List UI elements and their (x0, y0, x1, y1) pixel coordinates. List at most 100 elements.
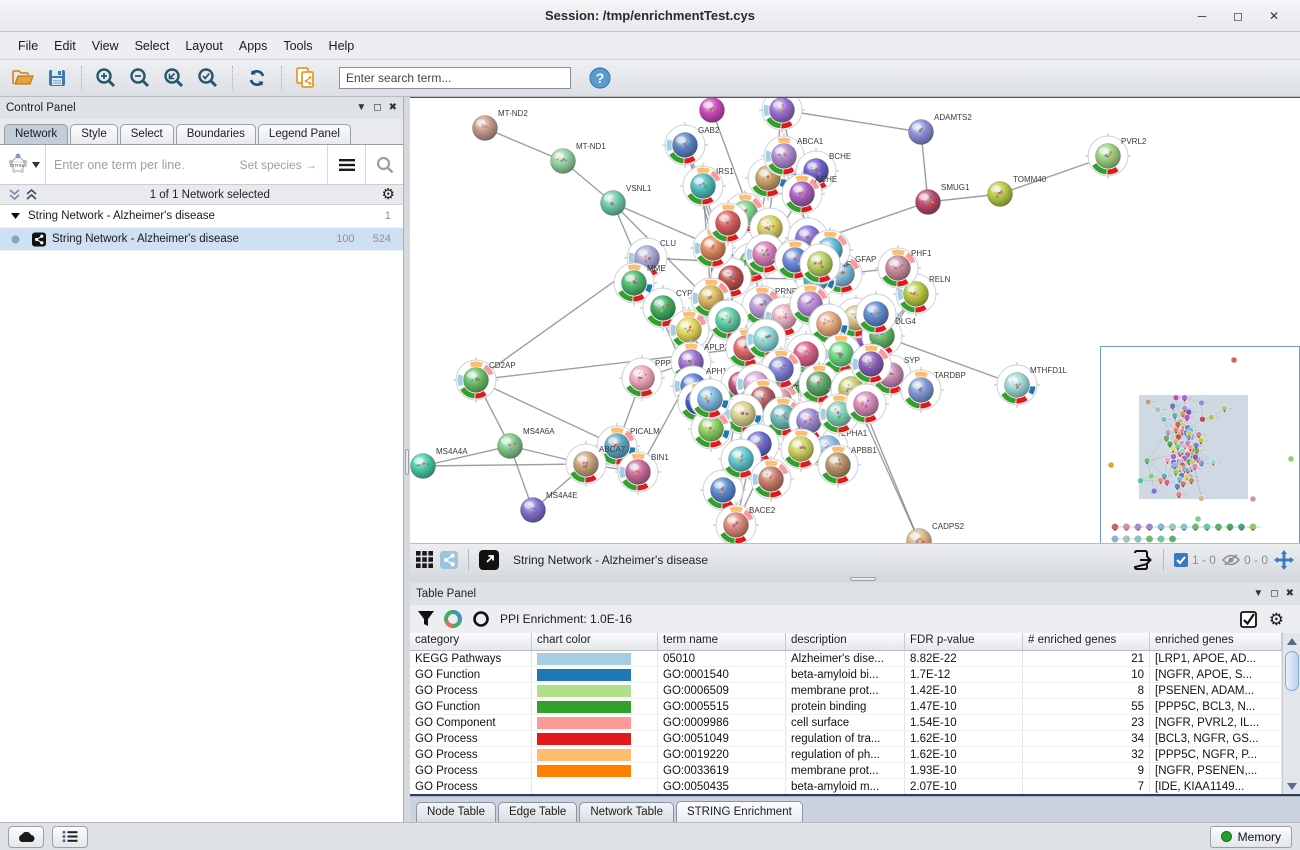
tab-style[interactable]: Style (70, 124, 118, 144)
panel-menu-icon[interactable]: ▼ (356, 103, 366, 113)
panel-menu-icon[interactable]: ▼ (1253, 589, 1263, 599)
close-button[interactable]: ✕ (1260, 5, 1288, 27)
network-node[interactable]: ADAMTS2 (909, 113, 973, 145)
select-terms-checkbox-icon[interactable] (1240, 611, 1257, 628)
ring-chart-icon[interactable] (472, 610, 490, 628)
splitter-grip[interactable] (850, 577, 876, 581)
tab-edge-table[interactable]: Edge Table (498, 802, 577, 822)
network-node[interactable]: PVRL2 (1085, 133, 1147, 179)
cloud-tasks-button[interactable] (8, 826, 44, 848)
network-node[interactable]: GAB2 (662, 122, 720, 168)
search-input[interactable] (339, 67, 571, 89)
menu-tools[interactable]: Tools (275, 35, 320, 57)
minimize-button[interactable]: ─ (1188, 5, 1216, 27)
zoom-selected-button[interactable] (193, 64, 223, 92)
menu-select[interactable]: Select (127, 35, 178, 57)
tab-select[interactable]: Select (120, 124, 174, 144)
splitter-grip[interactable] (405, 449, 409, 475)
column-header-enriched-genes[interactable]: enriched genes (1150, 633, 1282, 650)
clone-network-button[interactable] (291, 64, 321, 92)
network-tree-root-row[interactable]: String Network - Alzheimer's disease 1 (0, 205, 403, 228)
network-node[interactable]: CADPS2 (907, 522, 965, 543)
open-session-button[interactable] (8, 64, 38, 92)
pan-navigation-icon[interactable] (1274, 550, 1294, 570)
table-row[interactable]: GO ProcessGO:0006509membrane prot...1.42… (410, 683, 1282, 699)
network-node[interactable]: MS4A6A (498, 427, 556, 459)
zoom-in-button[interactable] (91, 64, 121, 92)
table-row[interactable]: GO FunctionGO:0001540beta-amyloid bi...1… (410, 667, 1282, 683)
scrollbar-thumb[interactable] (1285, 651, 1299, 691)
panel-close-icon[interactable]: ✖ (389, 103, 397, 113)
scroll-up-button[interactable] (1284, 633, 1300, 649)
string-protein-query-dropdown[interactable]: STRING (0, 145, 46, 184)
string-query-input[interactable] (46, 158, 240, 172)
network-node[interactable]: MTHFD1L (994, 362, 1067, 408)
network-node[interactable]: VSNL1 (601, 184, 652, 216)
birdseye-view[interactable] (1100, 346, 1300, 543)
table-row[interactable]: GO FunctionGO:0005515protein binding1.47… (410, 699, 1282, 715)
column-header-category[interactable]: category (410, 633, 532, 650)
panel-close-icon[interactable]: ✖ (1286, 589, 1294, 599)
grid-view-icon[interactable] (416, 551, 434, 569)
table-row[interactable]: GO ProcessGO:0051049regulation of tra...… (410, 731, 1282, 747)
collapse-all-icon[interactable] (8, 189, 21, 201)
table-row[interactable]: KEGG Pathways05010Alzheimer's dise...8.8… (410, 651, 1282, 667)
save-session-button[interactable] (42, 64, 72, 92)
refresh-button[interactable] (242, 64, 272, 92)
tab-node-table[interactable]: Node Table (416, 802, 496, 822)
table-row[interactable]: GO ProcessGO:0050435beta-amyloid m...2.0… (410, 779, 1282, 794)
help-button[interactable]: ? (585, 64, 615, 92)
horizontal-splitter[interactable] (410, 575, 1300, 583)
menu-apps[interactable]: Apps (231, 35, 276, 57)
column-header-term-name[interactable]: term name (658, 633, 786, 650)
network-node[interactable] (700, 98, 725, 123)
zoom-fit-button[interactable] (159, 64, 189, 92)
panel-float-icon[interactable]: ◻ (373, 103, 381, 113)
panel-float-icon[interactable]: ◻ (1270, 589, 1278, 599)
fullscreen-icon[interactable] (479, 550, 499, 570)
birdseye-toggle-icon[interactable] (440, 551, 458, 569)
export-network-icon[interactable] (1131, 549, 1153, 571)
memory-button[interactable]: Memory (1210, 826, 1292, 848)
network-node[interactable]: TOMM40 (988, 175, 1047, 207)
network-node[interactable]: CD2AP (453, 357, 516, 403)
network-tree-child-row[interactable]: String Network - Alzheimer's disease 100… (0, 228, 403, 251)
set-species-label[interactable]: Set species → (240, 158, 327, 172)
table-row[interactable]: GO ProcessGO:0033619membrane prot...1.93… (410, 763, 1282, 779)
scroll-down-button[interactable] (1284, 778, 1300, 794)
menu-view[interactable]: View (84, 35, 127, 57)
table-row[interactable]: GO ProcessGO:0019220regulation of ph...1… (410, 747, 1282, 763)
tab-network-table[interactable]: Network Table (579, 802, 674, 822)
maximize-button[interactable]: ◻ (1224, 5, 1252, 27)
column-header--enriched-genes[interactable]: # enriched genes (1023, 633, 1150, 650)
scrollbar-track[interactable] (1284, 649, 1300, 778)
tab-boundaries[interactable]: Boundaries (176, 124, 256, 144)
table-row[interactable]: GO ComponentGO:0009986cell surface1.54E-… (410, 715, 1282, 731)
column-header-description[interactable]: description (786, 633, 905, 650)
tab-string-enrichment[interactable]: STRING Enrichment (676, 801, 803, 822)
menu-layout[interactable]: Layout (177, 35, 231, 57)
network-node[interactable]: MT-ND2 (473, 109, 529, 141)
enrichment-settings-gear-icon[interactable]: ⚙ (1269, 611, 1284, 628)
chart-donut-icon[interactable] (444, 610, 462, 628)
zoom-out-button[interactable] (125, 64, 155, 92)
filter-icon[interactable] (418, 611, 434, 627)
network-node[interactable]: MT-ND1 (551, 142, 607, 174)
table-vertical-scrollbar[interactable] (1282, 633, 1300, 794)
network-node[interactable]: MS4A4E (521, 491, 578, 523)
tab-legend-panel[interactable]: Legend Panel (258, 124, 351, 144)
tab-network[interactable]: Network (4, 124, 68, 144)
menu-edit[interactable]: Edit (46, 35, 84, 57)
expand-all-icon[interactable] (25, 189, 38, 201)
network-canvas[interactable]: MT-ND2MT-ND1VSNL1GAB2IRS1CHATABCA1BCHEAC… (410, 97, 1300, 543)
network-node[interactable] (759, 98, 805, 133)
network-options-gear-icon[interactable]: ⚙ (382, 187, 395, 202)
network-node[interactable]: IRS1 (680, 163, 734, 209)
task-history-button[interactable] (52, 826, 88, 848)
column-header-chart-color[interactable]: chart color (532, 633, 658, 650)
menu-help[interactable]: Help (321, 35, 363, 57)
column-header-fdr-p-value[interactable]: FDR p-value (905, 633, 1023, 650)
string-search-button[interactable] (365, 145, 403, 184)
tree-expander-icon[interactable] (11, 212, 20, 220)
menu-file[interactable]: File (10, 35, 46, 57)
